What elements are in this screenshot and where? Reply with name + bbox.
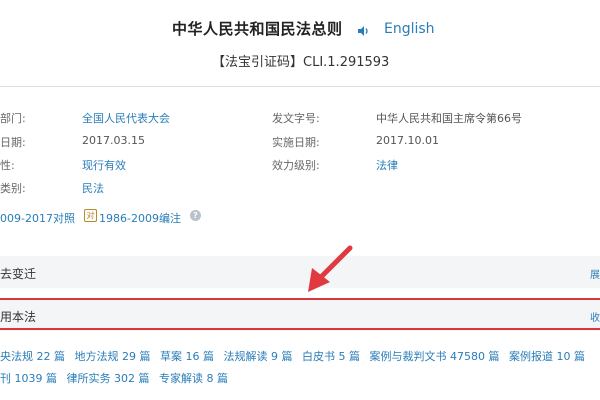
related-items-row-1: 央法规 22 篇 地方法规 29 篇 草案 16 篇 法规解读 9 篇 白皮书 … <box>0 348 591 364</box>
related-item-local-regulations[interactable]: 地方法规 29 篇 <box>75 350 151 363</box>
issuing-department-value[interactable]: 全国人民代表大会 <box>82 110 170 126</box>
category-value[interactable]: 民法 <box>82 180 104 196</box>
related-item-journals[interactable]: 刊 1039 篇 <box>0 372 57 385</box>
speaker-icon[interactable] <box>356 24 370 38</box>
related-item-white-papers[interactable]: 白皮书 5 篇 <box>302 350 360 363</box>
help-icon[interactable]: ? <box>190 210 201 221</box>
validity-label: 性: <box>0 159 15 172</box>
compare-icon: 对 <box>84 209 97 222</box>
issue-date-value: 2017.03.15 <box>82 134 145 147</box>
effective-date-value: 2017.10.01 <box>376 134 439 147</box>
issuing-department-label: 部门: <box>0 112 26 125</box>
related-items-row-2: 刊 1039 篇 律所实务 302 篇 专家解读 8 篇 <box>0 370 234 386</box>
effective-date-label: 实施日期: <box>272 136 320 149</box>
related-item-central-regulations[interactable]: 央法规 22 篇 <box>0 350 65 363</box>
related-item-case-reports[interactable]: 案例报道 10 篇 <box>509 350 585 363</box>
validity-value[interactable]: 现行有效 <box>82 157 126 173</box>
related-item-cases[interactable]: 案例与裁判文书 47580 篇 <box>370 350 500 363</box>
law-detail-page: 中华人民共和国民法总则 English 【法宝引证码】CLI.1.291593 … <box>0 0 600 400</box>
highlight-box <box>0 298 600 330</box>
category-label: 类别: <box>0 182 26 195</box>
history-section-title: 去变迁 <box>0 267 37 281</box>
history-expand-button[interactable]: 展 <box>590 266 600 281</box>
effect-level-value[interactable]: 法律 <box>376 157 398 173</box>
title-row: 中华人民共和国民法总则 English <box>0 18 600 44</box>
citation-code: 【法宝引证码】CLI.1.291593 <box>212 55 390 70</box>
history-section-bar[interactable]: 去变迁 展 <box>0 256 600 288</box>
related-item-interpretations[interactable]: 法规解读 9 篇 <box>224 350 293 363</box>
related-item-drafts[interactable]: 草案 16 篇 <box>160 350 214 363</box>
comparison-2009-2017-link[interactable]: 009-2017对照 <box>0 210 75 226</box>
document-number-label: 发文字号: <box>272 112 320 125</box>
effect-level-label: 效力级别: <box>272 159 320 172</box>
page-title: 中华人民共和国民法总则 <box>172 20 343 38</box>
related-item-expert-interpretations[interactable]: 专家解读 8 篇 <box>159 372 228 385</box>
english-version-link[interactable]: English <box>384 21 435 37</box>
document-number-value: 中华人民共和国主席令第66号 <box>376 112 522 125</box>
related-item-law-firm-practice[interactable]: 律所实务 302 篇 <box>67 372 150 385</box>
issue-date-label: 日期: <box>0 136 26 149</box>
annotated-1986-2009-link[interactable]: 1986-2009编注 <box>99 210 181 226</box>
